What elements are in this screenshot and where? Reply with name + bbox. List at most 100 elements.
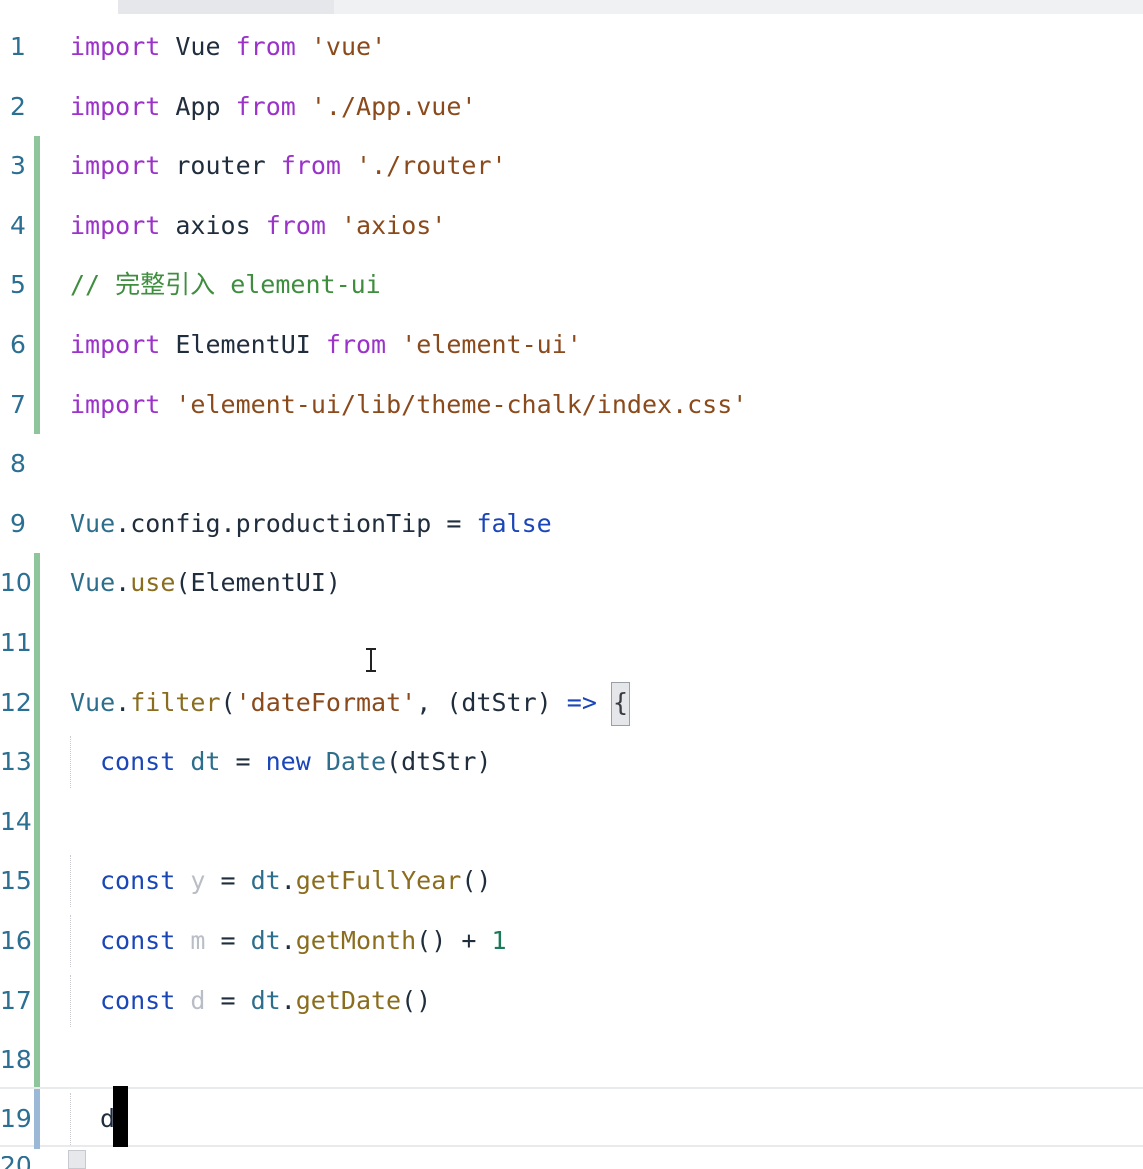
identifier: router [175, 151, 266, 181]
identifier-vue: Vue [70, 568, 116, 598]
code-line-5[interactable]: 5 // 完整引入 element-ui [0, 255, 1143, 315]
code-line-3[interactable]: 3 import router from './router' [0, 136, 1143, 196]
code-line-11[interactable]: 11 [0, 613, 1143, 673]
punctuation: . [220, 508, 236, 538]
code-line-10[interactable]: 10 Vue.use(ElementUI) [0, 553, 1143, 613]
identifier: dtStr [401, 747, 477, 777]
identifier: axios [175, 210, 251, 240]
line-number: 12 [0, 687, 32, 717]
string-literal: './router' [356, 151, 507, 181]
line-number-partial: 20 [0, 1156, 30, 1169]
identifier-vue: Vue [70, 508, 116, 538]
line-number: 3 [10, 151, 26, 181]
code-text[interactable]: const dt = new Date(dtStr) [100, 732, 491, 792]
code-text[interactable]: import 'element-ui/lib/theme-chalk/index… [70, 375, 747, 435]
property: config [130, 508, 221, 538]
code-text[interactable]: Vue.config.productionTip = false [70, 494, 552, 554]
keyword-new: new [265, 747, 311, 777]
code-text[interactable]: Vue.filter('dateFormat', (dtStr) => { [70, 673, 631, 733]
code-line-17[interactable]: 17 const d = dt.getDate() [0, 970, 1143, 1031]
modified-gutter-marker[interactable] [34, 672, 40, 733]
code-line-4[interactable]: 4 import axios from 'axios' [0, 195, 1143, 256]
code-line-7[interactable]: 7 import 'element-ui/lib/theme-chalk/ind… [0, 374, 1143, 435]
keyword-from: from [265, 210, 326, 240]
code-text[interactable]: // 完整引入 element-ui [70, 255, 381, 315]
line-number: 14 [0, 806, 32, 836]
line-number: 1 [10, 32, 26, 61]
editor-tab[interactable] [118, 0, 334, 14]
method: getFullYear [295, 866, 462, 896]
code-text[interactable]: import router from './router' [70, 136, 507, 196]
identifier: Vue [175, 32, 221, 61]
code-text[interactable]: const y = dt.getFullYear() [100, 851, 491, 911]
code-line-16[interactable]: 16 const m = dt.getMonth() + 1 [0, 911, 1143, 971]
property: productionTip [235, 508, 432, 538]
modified-gutter-marker[interactable] [34, 851, 40, 911]
code-line-19-current[interactable]: 19 d [0, 1087, 1143, 1149]
active-gutter-marker[interactable] [34, 1089, 40, 1149]
parameter: dtStr [461, 687, 537, 717]
identifier: ElementUI [175, 330, 311, 359]
code-text[interactable]: import Vue from 'vue' [70, 17, 386, 77]
modified-gutter-marker[interactable] [34, 195, 40, 256]
line-number: 10 [0, 568, 32, 598]
code-line-12[interactable]: 12 Vue.filter('dateFormat', (dtStr) => { [0, 672, 1143, 733]
modified-gutter-marker[interactable] [34, 374, 40, 435]
variable: dt [190, 747, 221, 777]
operator: = [446, 508, 462, 538]
code-text[interactable]: import App from './App.vue' [70, 77, 476, 137]
punctuation: () [401, 985, 432, 1015]
code-line-8[interactable]: 8 [0, 434, 1143, 494]
keyword-const: const [100, 866, 176, 896]
code-text[interactable]: Vue.use(ElementUI) [70, 553, 341, 613]
unused-variable: d [190, 985, 206, 1015]
code-line-14[interactable]: 14 [0, 791, 1143, 852]
code-text[interactable]: const d = dt.getDate() [100, 971, 431, 1031]
unused-variable: y [190, 866, 206, 896]
modified-gutter-marker[interactable] [34, 1030, 40, 1090]
punctuation: ( [386, 747, 402, 777]
punctuation: . [280, 926, 296, 955]
code-line-9[interactable]: 9 Vue.config.productionTip = false [0, 494, 1143, 554]
fold-marker-icon[interactable] [68, 1150, 86, 1169]
code-text[interactable]: import axios from 'axios' [70, 196, 446, 256]
punctuation: . [115, 508, 131, 538]
code-line-6[interactable]: 6 import ElementUI from 'element-ui' [0, 315, 1143, 375]
keyword-from: from [325, 330, 387, 359]
modified-gutter-marker[interactable] [34, 970, 40, 1031]
punctuation: ) [536, 687, 552, 717]
method: getMonth [295, 926, 417, 955]
punctuation: ) [325, 568, 341, 598]
code-line-18[interactable]: 18 [0, 1030, 1143, 1090]
modified-gutter-marker[interactable] [34, 255, 40, 315]
code-line-13[interactable]: 13 const dt = new Date(dtStr) [0, 732, 1143, 792]
code-editor[interactable]: 1 import Vue from 'vue' 2 import App fro… [0, 0, 1143, 1169]
keyword-import: import [70, 210, 161, 240]
keyword-const: const [100, 985, 176, 1015]
code-line-15[interactable]: 15 const y = dt.getFullYear() [0, 851, 1143, 911]
code-line-2[interactable]: 2 import App from './App.vue' [0, 77, 1143, 137]
code-text[interactable]: const m = dt.getMonth() + 1 [100, 911, 507, 971]
modified-gutter-marker[interactable] [34, 911, 40, 971]
modified-gutter-marker[interactable] [34, 553, 40, 613]
string-literal: 'dateFormat' [235, 687, 417, 717]
modified-gutter-marker[interactable] [34, 315, 40, 375]
line-number: 5 [10, 270, 26, 300]
code-line-1[interactable]: 1 import Vue from 'vue' [0, 17, 1143, 77]
punctuation: () [416, 926, 447, 955]
method: getDate [295, 985, 402, 1015]
indent-guide [70, 1093, 71, 1145]
modified-gutter-marker[interactable] [34, 791, 40, 852]
punctuation: , [416, 687, 432, 717]
punctuation: ( [175, 568, 191, 598]
modified-gutter-marker[interactable] [34, 136, 40, 196]
operator: = [235, 747, 251, 777]
line-number: 2 [10, 91, 26, 121]
code-text[interactable]: import ElementUI from 'element-ui' [70, 315, 582, 375]
number-literal: 1 [491, 926, 507, 955]
modified-gutter-marker[interactable] [34, 732, 40, 792]
keyword-import: import [70, 151, 161, 181]
line-number: 4 [10, 210, 26, 240]
operator: = [220, 985, 236, 1015]
modified-gutter-marker[interactable] [34, 613, 40, 673]
